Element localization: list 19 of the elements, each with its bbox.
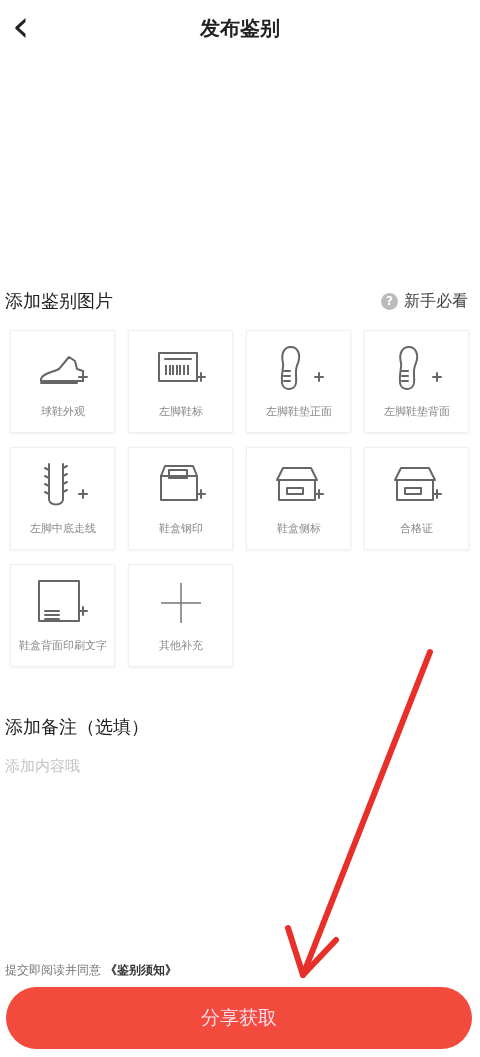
agreement-link[interactable]: 《鉴别须知》	[105, 962, 177, 979]
photo-slot[interactable]: 左脚鞋垫背面	[364, 330, 469, 433]
photo-slot[interactable]: 球鞋外观	[10, 330, 115, 433]
share-button[interactable]: 分享获取	[6, 987, 472, 1049]
page-title: 发布鉴别	[200, 14, 280, 42]
photo-slot[interactable]: 鞋盒钢印	[128, 447, 233, 550]
photo-slot[interactable]: 鞋盒侧标	[246, 447, 351, 550]
photo-slot[interactable]: 左脚鞋标	[128, 330, 233, 433]
agreement-text: 提交即阅读并同意	[5, 962, 101, 979]
back-button[interactable]: ‹	[6, 6, 36, 46]
photo-slot[interactable]: 合格证	[364, 447, 469, 550]
help-icon: ?	[381, 292, 398, 310]
photo-slot[interactable]: 左脚鞋垫正面	[246, 330, 351, 433]
photo-slot[interactable]: 鞋盒背面印刷文字	[10, 564, 115, 667]
section-title: 添加备注（选填）	[5, 715, 150, 739]
photo-slot[interactable]: 左脚中底走线	[10, 447, 115, 550]
photo-slot[interactable]: 其他补充	[128, 564, 233, 667]
help-link[interactable]: ? 新手必看	[381, 290, 468, 312]
section-title: 添加鉴别图片	[5, 289, 113, 313]
